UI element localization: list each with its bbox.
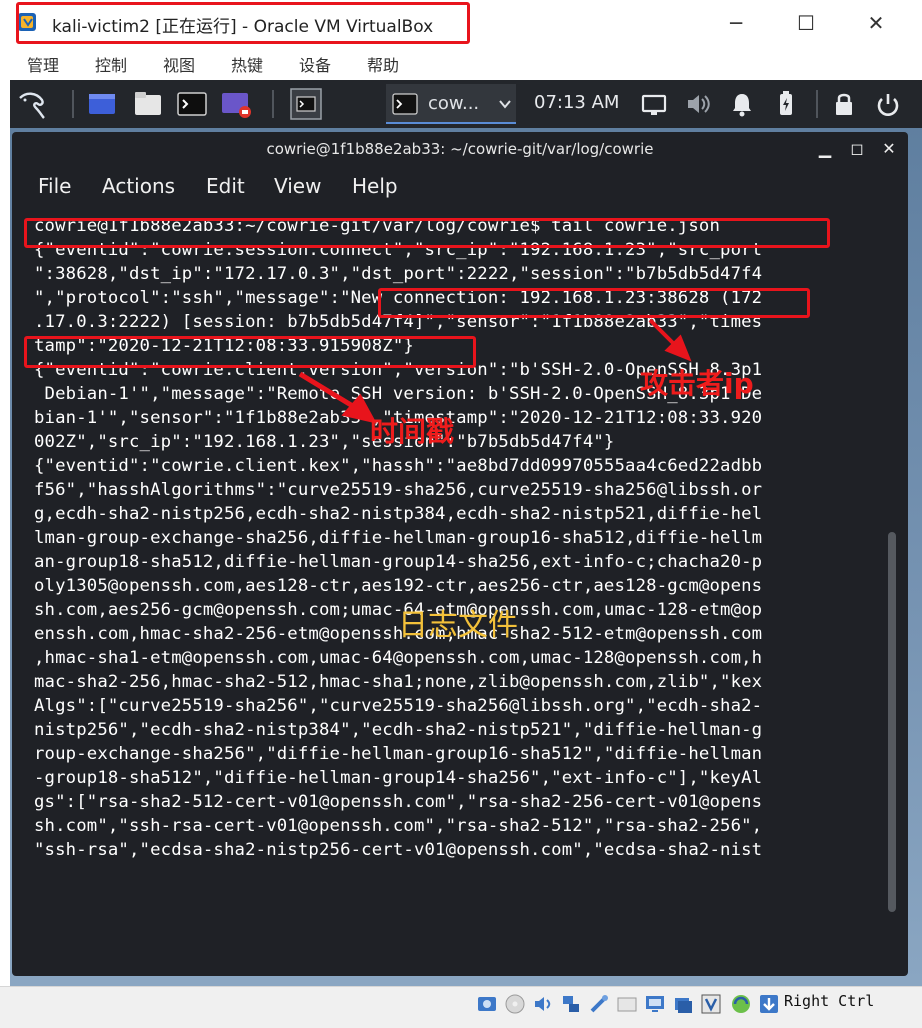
terminal-output-line: sh.com","ssh-rsa-cert-v01@openssh.com","… [34,816,763,836]
minimize-button[interactable]: ─ [716,8,756,38]
maximize-button[interactable]: ☐ [786,8,826,38]
audio-icon[interactable] [532,993,554,1015]
file-manager-icon[interactable] [132,88,164,120]
menu-help[interactable]: 帮助 [367,52,399,76]
panel-separator [816,90,818,118]
menu-control[interactable]: 控制 [95,52,127,76]
guest-desktop: cow... 07:13 AM cowrie@1f1b88e2ab33: ~/c… [10,80,922,986]
annotation-attacker-ip: 攻击者ip [640,367,754,400]
terminal-output-line: mac-sha2-256,hmac-sha2-512,hmac-sha1;non… [34,672,763,692]
network-icon[interactable] [560,993,582,1015]
workspace-switcher-icon[interactable] [290,88,322,120]
video-capture-icon[interactable] [672,993,694,1015]
terminal-output-line: ":38628,"dst_ip":"172.17.0.3","dst_port"… [34,264,763,284]
virtualization-icon[interactable] [700,993,722,1015]
power-icon[interactable] [872,88,904,120]
attacker-ip-highlight-box [378,288,810,318]
terminal-output-line: gs":["rsa-sha2-512-cert-v01@openssh.com"… [34,792,763,812]
annotation-log-file: 日志文件 [398,608,518,643]
keyboard-capture-icon[interactable] [758,993,780,1015]
terminal-output-line: g,ecdh-sha2-nistp256,ecdh-sha2-nistp384,… [34,504,763,524]
terminal-output-line: roup-exchange-sha256","diffie-hellman-gr… [34,744,763,764]
terminal-maximize-button[interactable]: ◻ [846,138,868,160]
terminal-scrollbar[interactable] [888,532,896,912]
command-highlight-box [24,218,830,248]
terminal-output-line: f56","hasshAlgorithms":"curve25519-sha25… [34,480,763,500]
vbox-statusbar: Right Ctrl [0,986,922,1028]
terminal-output-line: -group18-sha512","diffie-hellman-group14… [34,768,763,788]
guest-additions-icon[interactable] [730,993,752,1015]
display-icon[interactable] [638,88,670,120]
show-desktop-icon[interactable] [86,88,118,120]
title-highlight-box [16,2,470,44]
terminal-output-line: {"eventid":"cowrie.client.kex","hassh":"… [34,456,763,476]
terminal-minimize-button[interactable]: ▁ [814,138,836,160]
terminal-output-line: oly1305@openssh.com,aes128-ctr,aes192-ct… [34,576,763,596]
vbox-menubar: 管理 控制 视图 热键 设备 帮助 [0,46,922,80]
host-key-label: Right Ctrl [784,992,875,1010]
terminal-output-line: ,hmac-sha1-etm@openssh.com,umac-64@opens… [34,648,763,668]
clock[interactable]: 07:13 AM [534,92,619,113]
kali-dragon-icon[interactable] [16,88,48,120]
optical-drive-icon[interactable] [504,993,526,1015]
terminal-output-line: nistp256","ecdh-sha2-nistp384","ecdh-sha… [34,720,763,740]
guest-top-panel: cow... 07:13 AM [10,80,922,128]
menu-hotkeys[interactable]: 热键 [231,52,263,76]
terminal-output-line: "ssh-rsa","ecdsa-sha2-nistp256-cert-v01@… [34,840,763,860]
notification-bell-icon[interactable] [726,88,758,120]
terminal-menu-actions[interactable]: Actions [102,174,175,198]
lock-screen-icon[interactable] [828,88,860,120]
terminal-output-line: lman-group-exchange-sha256,diffie-hellma… [34,528,763,548]
menu-manage[interactable]: 管理 [27,52,59,76]
terminal-window: cowrie@1f1b88e2ab33: ~/cowrie-git/var/lo… [12,132,908,976]
menu-devices[interactable]: 设备 [299,52,331,76]
panel-separator [272,90,274,118]
terminal-output-line: Algs":["curve25519-sha256","curve25519-s… [34,696,763,716]
taskbar-terminal-button[interactable]: cow... [386,84,516,124]
close-button[interactable]: ✕ [856,8,896,38]
shared-folder-icon[interactable] [616,993,638,1015]
display-settings-icon[interactable] [644,993,666,1015]
terminal-menubar: File Actions Edit View Help [12,166,908,206]
battery-icon[interactable] [770,88,802,120]
terminal-menu-edit[interactable]: Edit [206,174,245,198]
chevron-down-icon[interactable] [498,98,512,110]
terminal-task-icon [392,93,418,115]
panel-separator [72,90,74,118]
terminal-close-button[interactable]: ✕ [878,138,900,160]
timestamp-highlight-box [24,336,476,368]
terminal-launcher-icon[interactable] [176,88,208,120]
terminal-output-line: an-group18-sha512,diffie-hellman-group14… [34,552,763,572]
terminal-menu-view[interactable]: View [274,174,321,198]
terminal-menu-help[interactable]: Help [352,174,398,198]
hard-disk-icon[interactable] [476,993,498,1015]
terminal-menu-file[interactable]: File [38,174,71,198]
taskbar-terminal-label: cow... [428,93,480,114]
screen-recorder-icon[interactable] [220,88,252,120]
terminal-title: cowrie@1f1b88e2ab33: ~/cowrie-git/var/lo… [266,140,654,158]
annotation-timestamp: 时间戳 [370,415,455,448]
menu-view[interactable]: 视图 [163,52,195,76]
terminal-output-line: 002Z","src_ip":"192.168.1.23","session":… [34,432,615,452]
volume-icon[interactable] [682,88,714,120]
usb-icon[interactable] [588,993,610,1015]
